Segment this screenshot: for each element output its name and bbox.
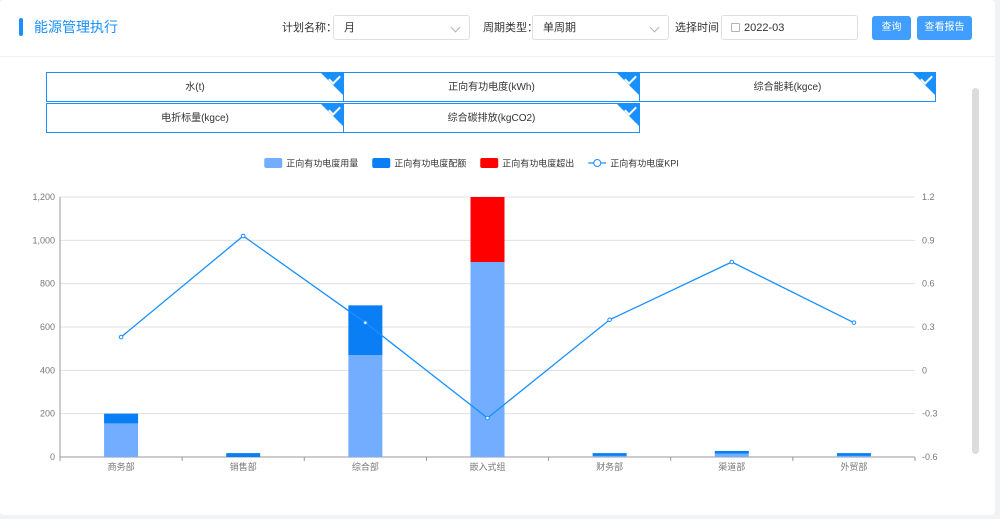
legend-label: 正向有功电度用量 [286,158,358,169]
x-tick-label: 嵌入式组 [469,461,505,472]
tab-label: 正向有功电度(kWh) [448,82,535,93]
plan-name-value: 月 [344,22,355,34]
energy-chart: 0 200 400 600 800 1,000 1,200 -0.6 -0.3 0 0.3 0.6 0.… [32,158,938,473]
x-tick-label: 外贸部 [840,461,867,472]
chevron-down-icon [649,22,660,33]
y-left-tick-label: 400 [40,365,55,375]
y-left-tick-label: 1,200 [32,192,55,202]
y-left-tick-label: 800 [40,279,55,289]
kpi-point [607,317,612,323]
y-right-tick-label: 0 [922,365,927,375]
tab-label: 综合碳排放(kgCO2) [447,113,536,124]
bar-quota [836,453,871,456]
legend-label: 正向有功电度KPI [610,158,679,169]
kpi-point [240,233,246,239]
y-right-tick-label: -0.6 [922,452,938,462]
kpi-point [851,320,857,325]
tab-active-energy[interactable]: 正向有功电度(kWh) [343,72,640,102]
bar-excess [470,197,505,262]
bar-usage [470,262,505,457]
bar-usage [592,455,627,457]
tab-total-energy[interactable]: 综合能耗(kgce) [639,72,936,102]
bar-usage [714,453,749,457]
y-left-tick-label: 200 [40,409,55,419]
date-value: 2022-03 [744,22,785,34]
view-report-button[interactable]: 查看报告 [917,16,972,40]
kpi-point [485,415,490,421]
legend-label: 正向有功电度超出 [502,158,574,169]
tab-label: 电折标量(kgce) [161,113,229,124]
x-tick-label: 渠道部 [718,461,745,472]
legend-label: 正向有功电度配额 [394,158,466,169]
filter-header: 能源管理执行 计划名称： 月 周期类型： 单周期 选择时间： 2022-03 查… [0,0,995,57]
kpi-point [118,334,124,340]
bar-quota [348,305,383,356]
tab-water[interactable]: 水(t) [46,72,344,102]
cycle-type-label: 周期类型： [483,22,538,34]
tab-carbon-emission[interactable]: 综合碳排放(kgCO2) [343,103,640,133]
plan-name-select[interactable]: 月 [333,15,470,40]
legend-swatch [480,158,499,168]
y-right-tick-label: -0.3 [922,409,938,419]
bar-usage [836,455,871,457]
bar-usage [104,423,139,457]
kpi-point [729,259,735,265]
tab-electric-standard[interactable]: 电折标量(kgce) [46,103,344,133]
tab-label: 综合能耗(kgce) [753,82,822,93]
x-tick-label: 商务部 [108,461,135,472]
y-right-tick-label: 0.6 [922,279,935,289]
cycle-type-select[interactable]: 单周期 [532,15,669,40]
bar-quota [104,413,139,424]
calendar-icon [731,23,740,32]
x-tick-label: 销售部 [230,461,257,472]
page-title: 能源管理执行 [34,19,118,35]
legend-swatch [372,158,391,168]
y-right-tick-label: 0.9 [922,235,935,245]
main-panel: 能源管理执行 计划名称： 月 周期类型： 单周期 选择时间： 2022-03 查… [0,0,995,515]
date-picker[interactable]: 2022-03 [721,15,858,40]
y-left-tick-label: 600 [40,322,55,332]
y-left-tick-label: 0 [50,452,55,462]
query-button[interactable]: 查询 [872,16,911,40]
y-left-tick-label: 1,000 [32,235,55,245]
y-right-tick-label: 1.2 [922,192,935,202]
cycle-type-value: 单周期 [543,22,576,34]
kpi-point [363,320,368,325]
title-accent-bar [19,18,23,36]
y-right-tick-label: 0.3 [922,322,935,332]
chevron-down-icon [450,22,461,33]
plan-name-label: 计划名称： [282,22,337,34]
x-tick-label: 综合部 [352,461,379,472]
tab-label: 水(t) [185,82,205,93]
bar-usage [348,355,383,457]
legend-swatch [264,158,283,168]
legend-point-swatch [593,159,602,167]
scrollbar[interactable] [972,88,979,454]
bar-quota [714,450,749,454]
x-tick-label: 财务部 [596,461,623,472]
bar-quota [592,453,627,456]
bar-quota [226,453,261,457]
